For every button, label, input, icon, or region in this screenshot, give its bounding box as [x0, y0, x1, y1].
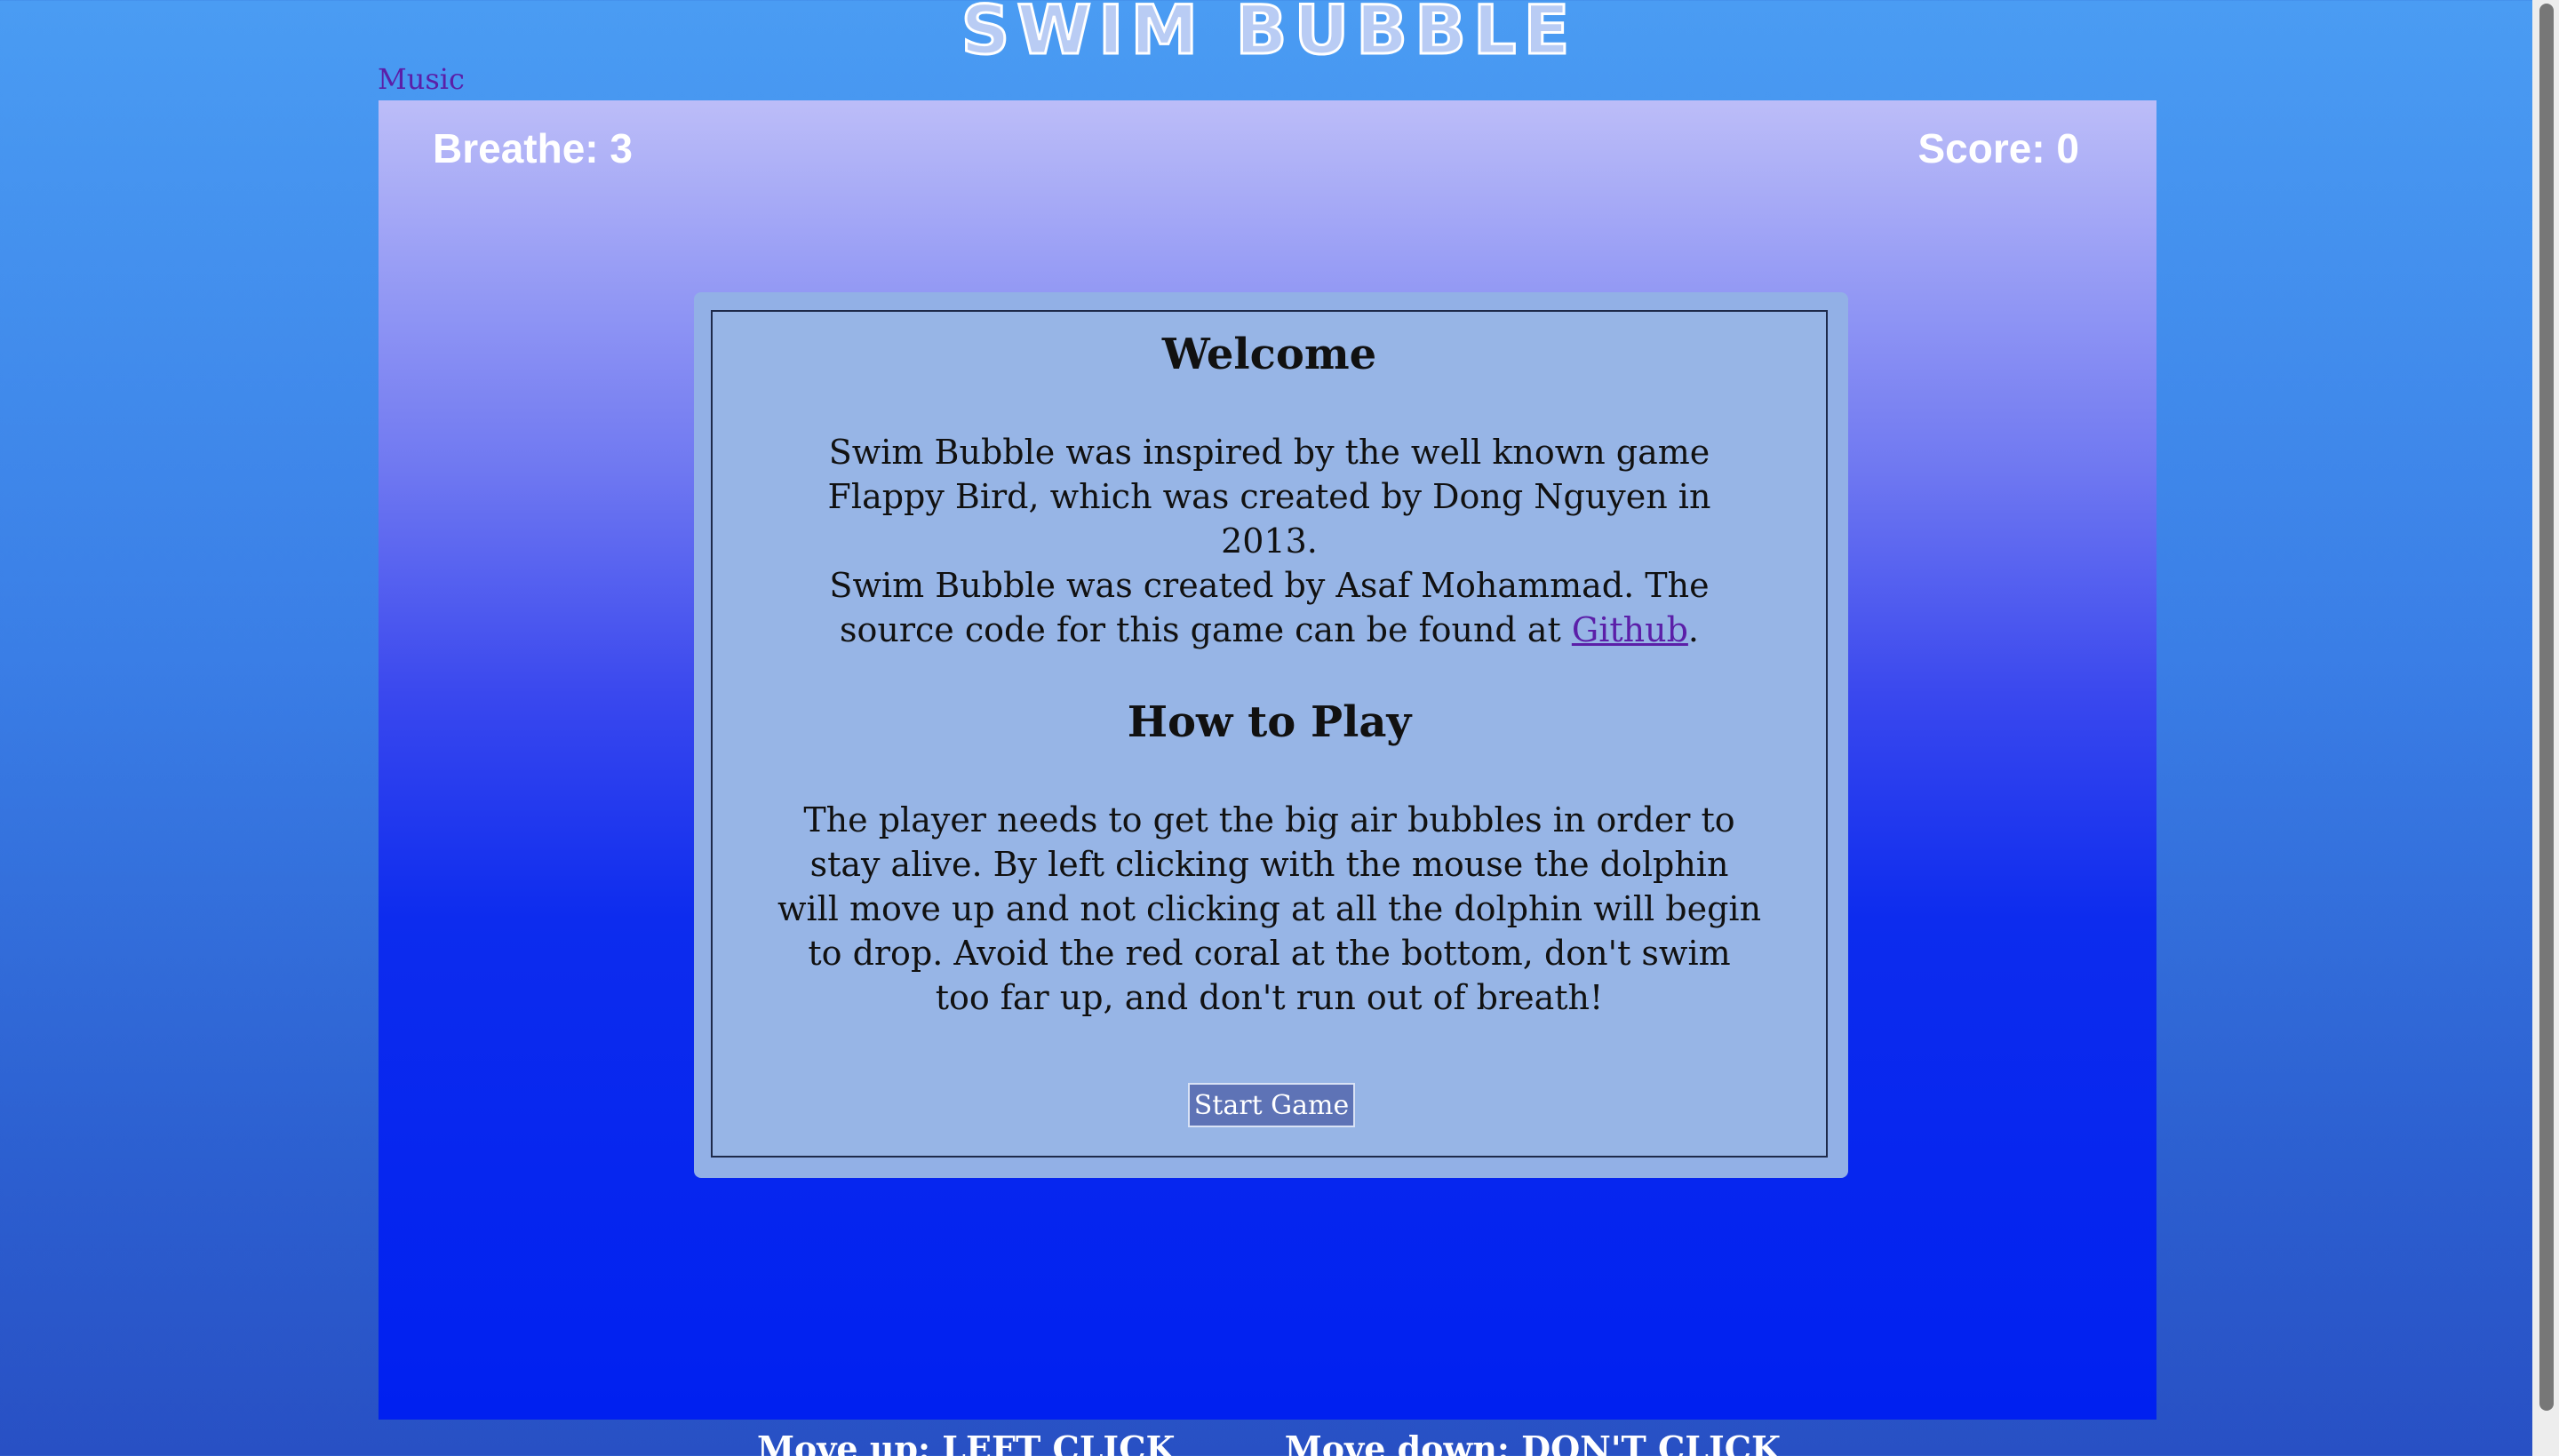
scrollbar-thumb[interactable]	[2539, 4, 2554, 1411]
music-link[interactable]: Music	[378, 63, 465, 95]
start-game-button[interactable]: Start Game	[1188, 1083, 1355, 1127]
move-down-instruction: Move down: DON'T CLICK	[1284, 1428, 1782, 1456]
scrollbar-track[interactable]	[2532, 0, 2559, 1456]
game-canvas[interactable]: Breathe: 3 Score: 0 Welcome Swim Bubble …	[379, 100, 2156, 1420]
credit-text-end: .	[1687, 610, 1699, 649]
github-link[interactable]: Github	[1572, 610, 1688, 649]
howto-heading: How to Play	[1127, 697, 1412, 747]
move-up-instruction: Move up: LEFT CLICK	[756, 1428, 1176, 1456]
intro-paragraph: Swim Bubble was inspired by the well kno…	[827, 433, 1711, 561]
welcome-panel-inner: Welcome Swim Bubble was inspired by the …	[711, 310, 1828, 1158]
page-title: SWIM BUBBLE	[960, 0, 1577, 69]
howto-paragraph: The player needs to get the big air bubb…	[777, 800, 1762, 1017]
welcome-panel: Welcome Swim Bubble was inspired by the …	[694, 292, 1848, 1178]
score-counter: Score: 0	[1917, 125, 2079, 171]
welcome-heading: Welcome	[1161, 330, 1377, 379]
credit-paragraph: Swim Bubble was created by Asaf Mohammad…	[777, 563, 1762, 652]
breathe-counter: Breathe: 3	[433, 125, 633, 171]
controls-legend: Move up: LEFT CLICK Move down: DON'T CLI…	[0, 1432, 2538, 1456]
